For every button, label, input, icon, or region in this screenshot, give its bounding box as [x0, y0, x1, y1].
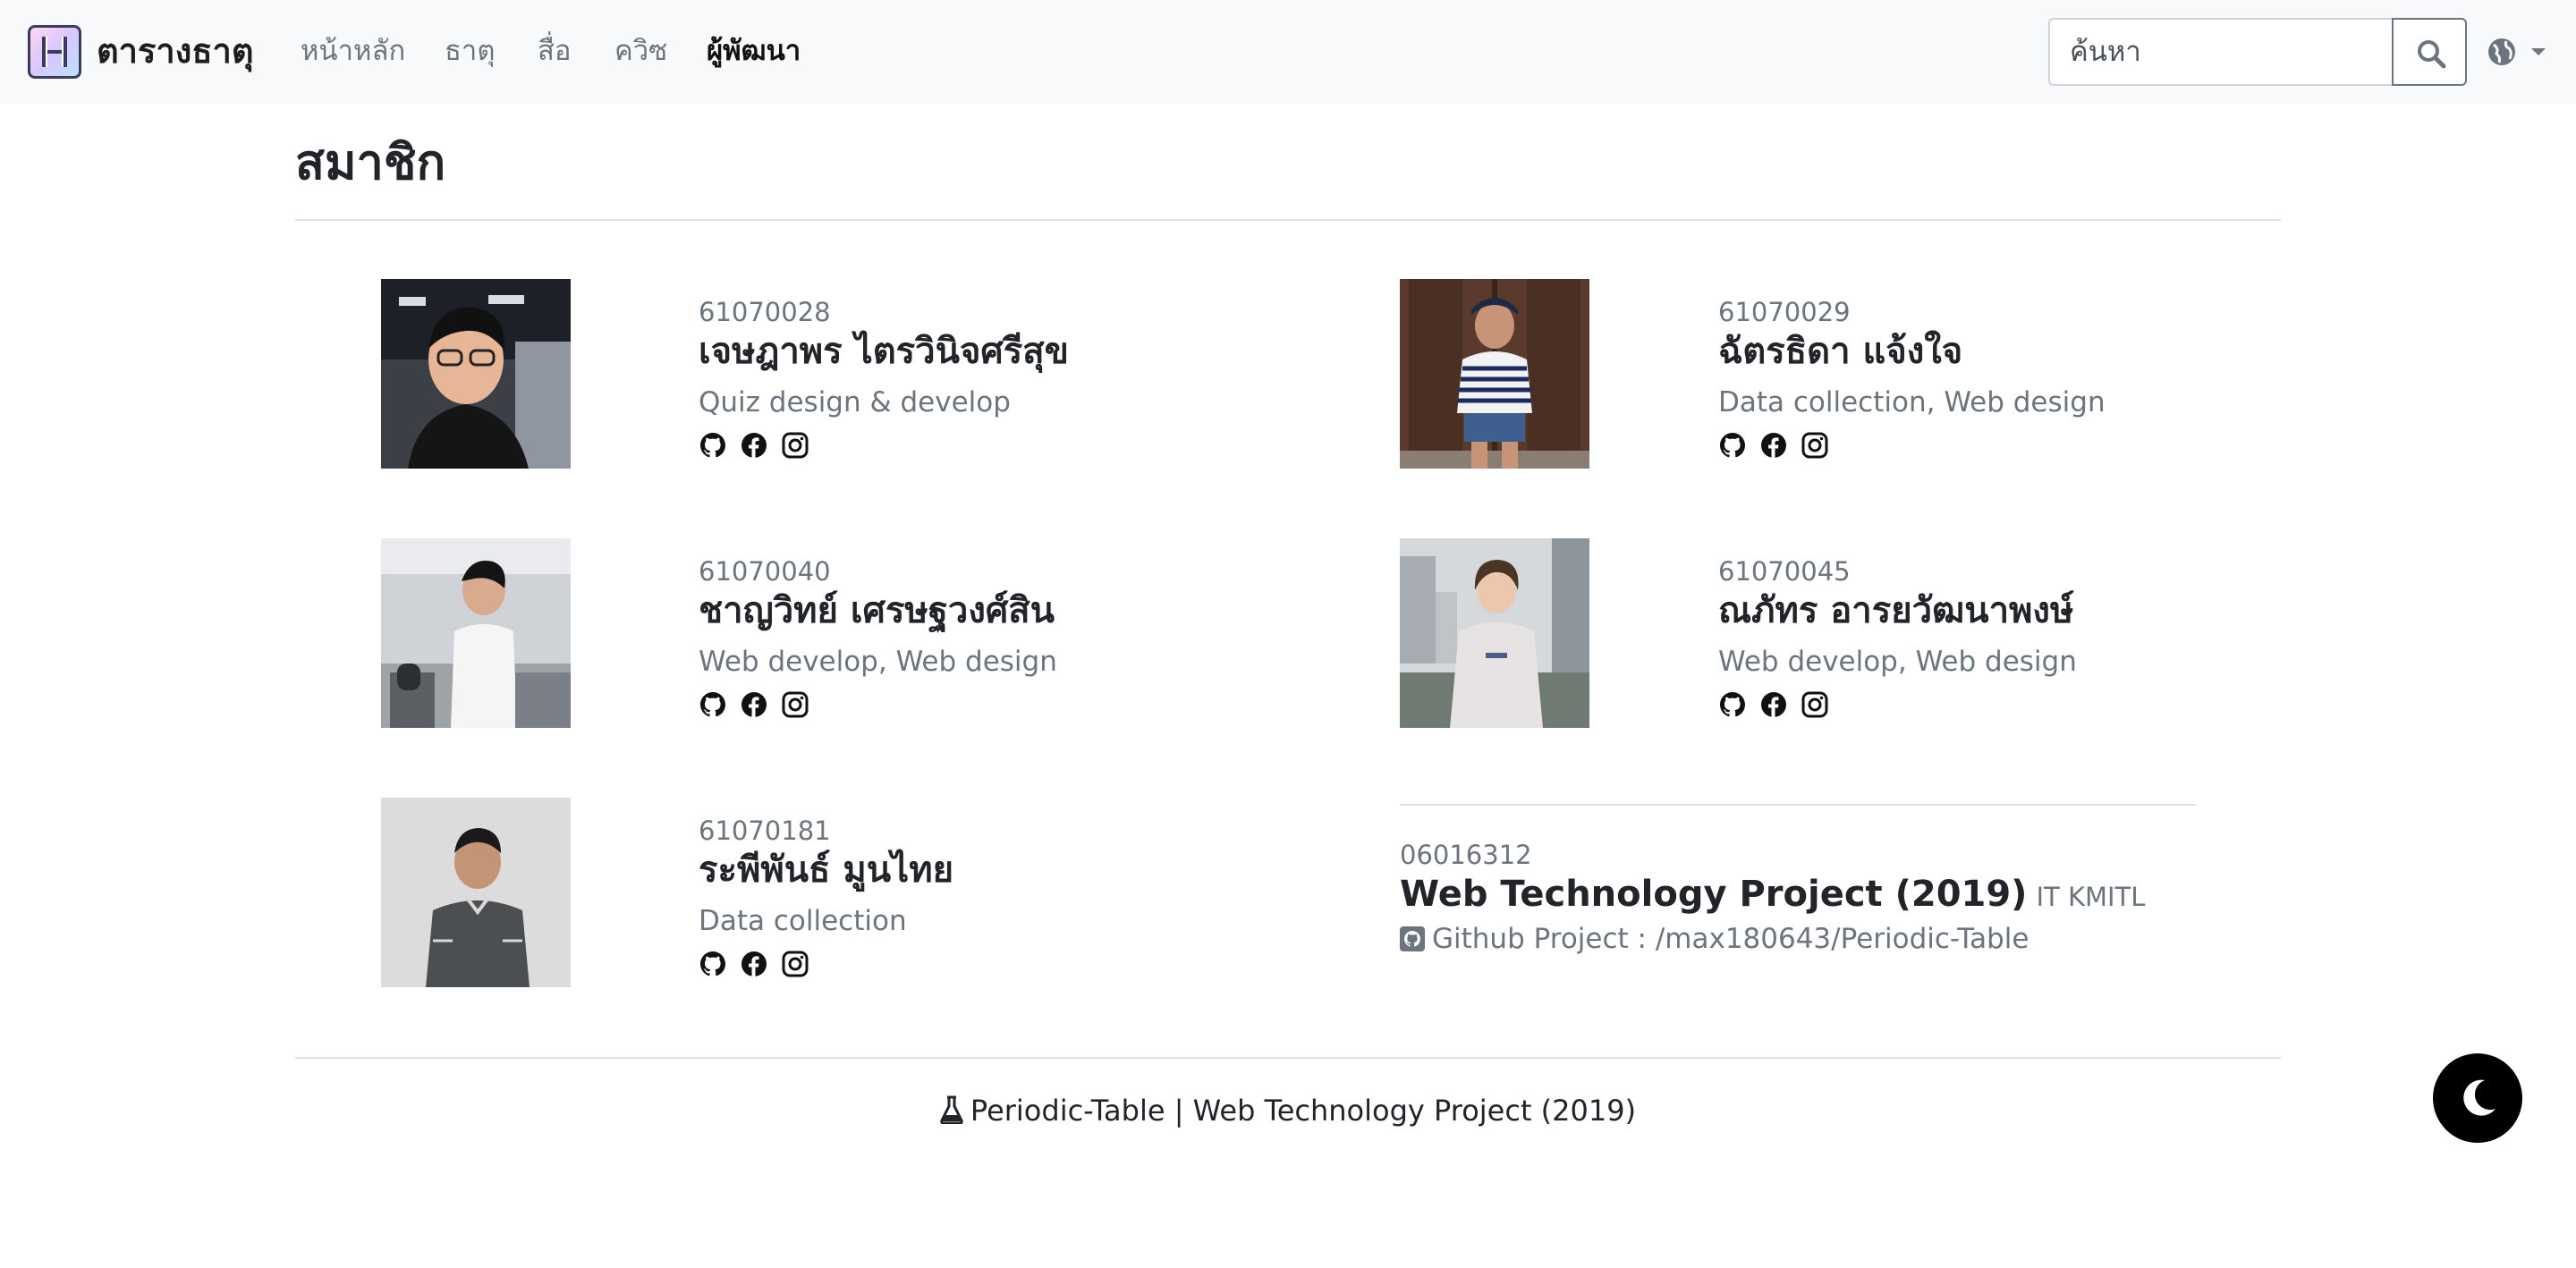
member-role: Web develop, Web design [1718, 646, 2077, 678]
facebook-icon[interactable] [1759, 690, 1788, 719]
footer-divider [295, 1057, 2281, 1059]
nav-quiz[interactable]: ควิซ [614, 30, 667, 72]
member-role: Data collection, Web design [1718, 386, 2106, 418]
member-name: ณภัทร อารยวัฒนาพงษ์ [1718, 590, 2074, 631]
instagram-icon[interactable] [781, 950, 809, 978]
footer-text: Periodic-Table | Web Technology Project … [970, 1094, 1637, 1128]
member-id: 61070045 [1718, 556, 1851, 587]
member-id: 61070029 [1718, 297, 1851, 327]
member-role: Data collection [699, 905, 907, 937]
nav-elements[interactable]: ธาตุ [445, 30, 495, 72]
navbar: ตารางธาตุ หน้าหลัก ธาตุ สื่อ ควิซ ผู้พัฒ… [0, 0, 2576, 104]
instagram-icon[interactable] [781, 431, 809, 460]
member-id: 61070181 [699, 816, 831, 846]
search-button[interactable] [2392, 18, 2467, 86]
project-code: 06016312 [1400, 840, 1532, 870]
page-title: สมาชิก [295, 134, 446, 190]
github-project-text: Github Project : /max180643/Periodic-Tab… [1432, 923, 2029, 955]
avatar [1400, 538, 1589, 728]
member-id: 61070028 [699, 297, 831, 327]
facebook-icon[interactable] [740, 950, 768, 978]
member-name: ระพีพันธ์ มูนไทย [699, 850, 954, 891]
github-project-link[interactable]: Github Project : /max180643/Periodic-Tab… [1400, 920, 2029, 958]
member-name: ชาญวิทย์ เศรษฐวงศ์สิน [699, 590, 1055, 631]
nav-media[interactable]: สื่อ [538, 30, 572, 72]
project-org: IT KMITL [2036, 882, 2146, 912]
instagram-icon[interactable] [1801, 431, 1829, 460]
member-name: เจษฎาพร ไตรวินิจศรีสุข [699, 331, 1070, 372]
github-icon[interactable] [1718, 690, 1747, 719]
footer: Periodic-Table | Web Technology Project … [0, 1092, 2576, 1129]
github-icon[interactable] [699, 431, 727, 460]
facebook-icon[interactable] [740, 431, 768, 460]
member-id: 61070040 [699, 556, 831, 587]
search-icon [2418, 40, 2446, 69]
search-input[interactable] [2048, 18, 2394, 86]
github-square-icon [1400, 926, 1425, 951]
project-title-text: Web Technology Project (2019) [1400, 874, 2028, 915]
member-name: ฉัตรธิดา แจ้งใจ [1718, 331, 1963, 372]
avatar [381, 279, 571, 469]
avatar [381, 798, 571, 987]
github-icon[interactable] [699, 950, 727, 978]
member-role: Web develop, Web design [699, 646, 1057, 678]
moon-icon [2463, 1079, 2496, 1116]
facebook-icon[interactable] [1759, 431, 1788, 460]
nav-home[interactable]: หน้าหลัก [301, 30, 405, 72]
avatar [381, 538, 571, 728]
github-icon[interactable] [1718, 431, 1747, 460]
member-role: Quiz design & develop [699, 386, 1011, 418]
github-icon[interactable] [699, 690, 727, 719]
facebook-icon[interactable] [740, 690, 768, 719]
dark-mode-toggle[interactable] [2433, 1053, 2522, 1143]
flask-icon [940, 1095, 963, 1125]
instagram-icon[interactable] [781, 690, 809, 719]
brand-logo[interactable] [28, 25, 81, 79]
divider [295, 219, 2281, 221]
nav-developers[interactable]: ผู้พัฒนา [707, 30, 801, 72]
project-divider [1400, 804, 2196, 806]
brand-name[interactable]: ตารางธาตุ [97, 28, 254, 74]
avatar [1400, 279, 1589, 469]
project-title: Web Technology Project (2019) IT KMITL [1400, 870, 2145, 921]
globe-icon [2488, 38, 2546, 65]
instagram-icon[interactable] [1801, 690, 1829, 719]
language-dropdown[interactable] [2485, 34, 2553, 70]
